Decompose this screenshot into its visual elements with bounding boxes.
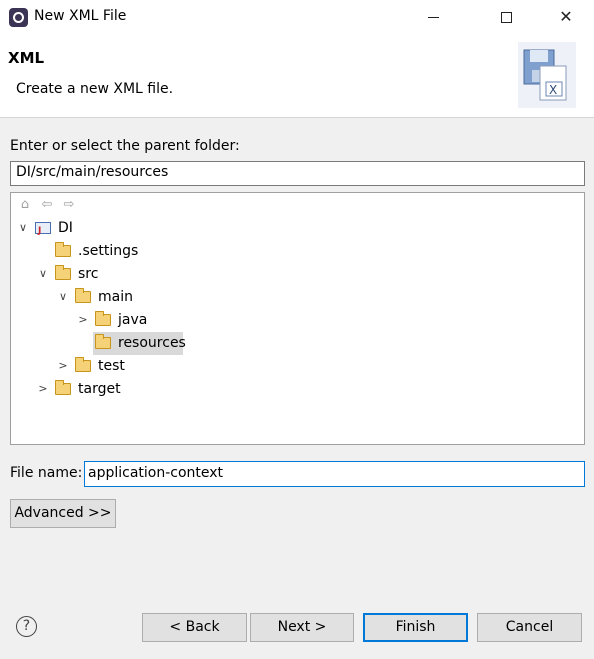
minimize-button[interactable]	[410, 0, 456, 34]
folder-icon	[55, 242, 71, 257]
tree-node-label: src	[78, 266, 99, 282]
maximize-icon	[500, 12, 512, 23]
folder-icon	[75, 288, 91, 303]
close-icon: ✕	[559, 7, 573, 26]
file-name-input[interactable]: application-context	[84, 461, 585, 487]
tree-node-label: test	[98, 358, 125, 374]
parent-folder-input[interactable]: DI/src/main/resources	[10, 161, 585, 186]
window-title: New XML File	[34, 8, 127, 24]
home-icon[interactable]: ⌂	[17, 197, 33, 213]
folder-icon	[95, 311, 111, 326]
expanded-chevron-icon[interactable]: ∨	[57, 286, 69, 308]
folder-icon	[55, 265, 71, 280]
tree-node-label: DI	[58, 220, 73, 236]
collapsed-chevron-icon[interactable]: >	[57, 355, 69, 377]
parent-folder-label: Enter or select the parent folder:	[10, 138, 240, 154]
maximize-button[interactable]	[483, 0, 529, 34]
back-arrow-icon[interactable]: ⇦	[39, 197, 55, 213]
wizard-header: XML Create a new XML file. X	[0, 34, 594, 118]
tree-node-di[interactable]: ∨ DI	[17, 217, 217, 242]
tree-node-main[interactable]: ∨ main	[57, 286, 257, 308]
collapsed-chevron-icon[interactable]: >	[37, 378, 49, 400]
xml-file-wizard-icon: X	[518, 42, 576, 108]
tree-node-label: java	[118, 312, 148, 328]
svg-text:X: X	[549, 83, 557, 97]
collapsed-chevron-icon[interactable]: >	[77, 309, 89, 331]
tree-node-test[interactable]: > test	[57, 355, 257, 377]
close-button[interactable]: ✕	[543, 0, 589, 34]
minimize-icon	[427, 17, 439, 18]
back-button[interactable]: < Back	[142, 613, 247, 642]
file-name-label: File name:	[10, 465, 83, 481]
tree-node-label: resources	[118, 335, 186, 351]
tree-node-label: target	[78, 381, 121, 397]
expanded-chevron-icon[interactable]: ∨	[37, 263, 49, 285]
folder-tree[interactable]: ⌂ ⇦ ⇨ ∨ DI .settings ∨ src ∨ main > java…	[10, 192, 585, 445]
tree-node-settings[interactable]: .settings	[37, 240, 237, 262]
tree-node-label: .settings	[78, 243, 139, 259]
cancel-button[interactable]: Cancel	[477, 613, 582, 642]
tree-node-src[interactable]: ∨ src	[37, 263, 237, 285]
tree-node-java[interactable]: > java	[77, 309, 277, 331]
forward-arrow-icon[interactable]: ⇨	[61, 197, 77, 213]
tree-node-target[interactable]: > target	[37, 378, 237, 400]
folder-icon	[95, 334, 111, 349]
java-project-icon	[35, 220, 51, 242]
page-title: XML	[8, 49, 45, 67]
finish-button[interactable]: Finish	[363, 613, 468, 642]
page-description: Create a new XML file.	[16, 81, 174, 97]
title-bar: New XML File ✕	[0, 0, 594, 34]
next-button[interactable]: Next >	[250, 613, 354, 642]
folder-icon	[75, 357, 91, 372]
advanced-button[interactable]: Advanced >>	[10, 499, 116, 528]
tree-node-label: main	[98, 289, 133, 305]
help-icon[interactable]: ?	[16, 616, 37, 637]
folder-icon	[55, 380, 71, 395]
expanded-chevron-icon[interactable]: ∨	[17, 217, 29, 239]
eclipse-app-icon	[9, 8, 28, 27]
tree-node-resources[interactable]: resources	[77, 332, 277, 354]
